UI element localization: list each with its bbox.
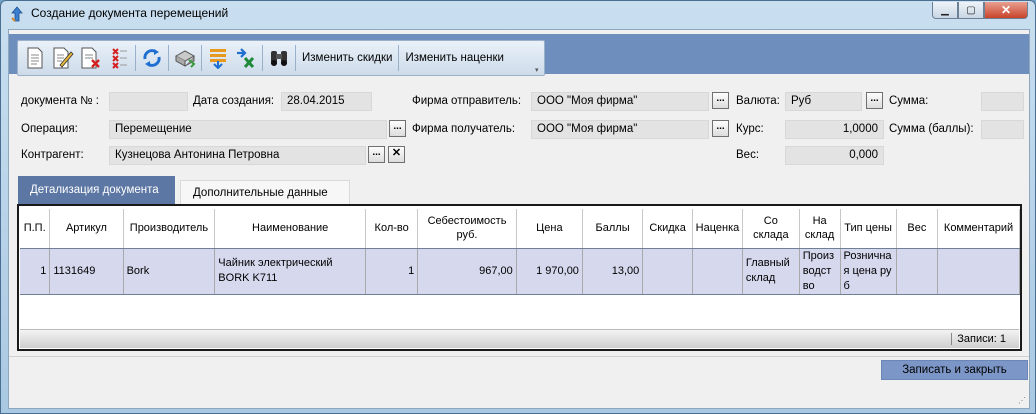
divider bbox=[9, 356, 1029, 357]
receiver-label: Фирма получатель: bbox=[412, 123, 516, 135]
print-icon[interactable] bbox=[171, 44, 199, 72]
resize-grip-icon[interactable]: ⋰ bbox=[1018, 396, 1026, 405]
records-count: 1 bbox=[999, 333, 1006, 345]
cell-price-type[interactable]: Розничная цена руб bbox=[840, 247, 897, 295]
toolbar-separator bbox=[262, 45, 263, 71]
counterparty-select-button[interactable]: ... bbox=[368, 146, 385, 163]
maximize-button[interactable]: ▢ bbox=[958, 2, 984, 19]
export-excel-icon[interactable] bbox=[232, 44, 260, 72]
toolbar-separator bbox=[168, 45, 169, 71]
operation-field[interactable]: Перемещение bbox=[109, 120, 387, 139]
doc-number-field[interactable] bbox=[109, 92, 188, 111]
column-header[interactable]: Цена bbox=[516, 209, 583, 249]
new-document-icon[interactable] bbox=[21, 44, 49, 72]
close-button[interactable]: ✕ bbox=[984, 2, 1028, 19]
cell-qty[interactable]: 1 bbox=[365, 247, 419, 295]
column-header[interactable]: Тип цены bbox=[840, 209, 897, 249]
sum-points-field[interactable] bbox=[981, 120, 1024, 139]
column-header[interactable]: Со склада bbox=[742, 209, 800, 249]
currency-select-button[interactable]: ... bbox=[866, 92, 883, 109]
edit-document-icon[interactable] bbox=[49, 44, 77, 72]
tab-details[interactable]: Детализация документа bbox=[18, 176, 175, 204]
weight-label: Вес: bbox=[736, 149, 760, 161]
search-binoculars-icon[interactable] bbox=[265, 44, 293, 72]
table-row[interactable]: 1 1131649 Bork Чайник электрический BORK… bbox=[20, 247, 1020, 295]
counterparty-label: Контрагент: bbox=[21, 149, 84, 161]
change-markups-button[interactable]: Изменить наценки bbox=[401, 44, 507, 72]
column-header[interactable]: Наценка bbox=[692, 209, 743, 249]
operation-select-button[interactable]: ... bbox=[389, 120, 406, 137]
sum-points-label: Сумма (баллы): bbox=[889, 123, 974, 135]
toolbar: Изменить скидки Изменить наценки ▾ bbox=[17, 40, 545, 76]
column-header[interactable]: Комментарий bbox=[937, 209, 1020, 249]
operation-label: Операция: bbox=[21, 123, 78, 135]
column-header[interactable]: Производитель bbox=[123, 209, 216, 249]
app-arrow-icon bbox=[11, 6, 23, 22]
change-discounts-button[interactable]: Изменить скидки bbox=[298, 44, 396, 72]
counterparty-clear-button[interactable]: ✕ bbox=[388, 146, 405, 163]
cell-from-warehouse[interactable]: Главный склад bbox=[742, 247, 800, 295]
cell-maker[interactable]: Bork bbox=[123, 247, 216, 295]
receiver-field[interactable]: ООО "Моя фирма" bbox=[531, 120, 709, 139]
cell-cost[interactable]: 967,00 bbox=[417, 247, 517, 295]
column-header[interactable]: Вес bbox=[896, 209, 939, 249]
sum-field[interactable] bbox=[981, 92, 1024, 111]
sender-label: Фирма отправитель: bbox=[412, 95, 522, 107]
records-counter: Записи: 1 bbox=[951, 333, 1006, 345]
column-header[interactable]: Артикул bbox=[49, 209, 124, 249]
currency-field[interactable]: Руб bbox=[785, 92, 862, 111]
document-window: Создание документа перемещений ▁ ▢ ✕ Изм… bbox=[0, 0, 1036, 414]
cell-to-warehouse[interactable]: Производство bbox=[799, 247, 841, 295]
grid-header-row: П.П. Артикул Производитель Наименование … bbox=[20, 209, 1020, 249]
title-bar[interactable]: Создание документа перемещений ▁ ▢ ✕ bbox=[1, 1, 1035, 27]
items-grid: П.П. Артикул Производитель Наименование … bbox=[17, 204, 1022, 351]
toolbar-separator bbox=[295, 45, 296, 71]
column-header[interactable]: Скидка bbox=[642, 209, 693, 249]
created-label: Дата создания: bbox=[193, 95, 275, 107]
delete-rows-icon[interactable] bbox=[105, 44, 133, 72]
rate-field[interactable]: 1,0000 bbox=[785, 120, 884, 139]
receiver-select-button[interactable]: ... bbox=[712, 120, 729, 137]
delete-document-icon[interactable] bbox=[77, 44, 105, 72]
column-header[interactable]: П.П. bbox=[20, 209, 51, 249]
sum-label: Сумма: bbox=[889, 95, 929, 107]
column-header[interactable]: Кол-во bbox=[365, 209, 419, 249]
toolbar-separator bbox=[135, 45, 136, 71]
counterparty-field[interactable]: Кузнецова Антонина Петровна bbox=[109, 146, 366, 165]
sender-field[interactable]: ООО "Моя фирма" bbox=[531, 92, 709, 111]
grid-footer: Записи: 1 bbox=[20, 329, 1019, 348]
column-header[interactable]: На склад bbox=[799, 209, 841, 249]
toolbar-overflow-icon[interactable]: ▾ bbox=[535, 66, 543, 74]
client-area: Изменить скидки Изменить наценки ▾ докум… bbox=[8, 29, 1030, 409]
records-label: Записи: bbox=[957, 333, 997, 345]
currency-label: Валюта: bbox=[736, 95, 780, 107]
cell-comment[interactable] bbox=[937, 247, 1020, 295]
cell-name[interactable]: Чайник электрический BORK K711 bbox=[214, 247, 367, 295]
cell-pp[interactable]: 1 bbox=[20, 247, 51, 295]
window-title: Создание документа перемещений bbox=[31, 6, 229, 20]
column-header[interactable]: Наименование bbox=[214, 209, 367, 249]
cell-article[interactable]: 1131649 bbox=[49, 247, 124, 295]
column-header[interactable]: Баллы bbox=[582, 209, 644, 249]
created-date-field[interactable]: 28.04.2015 bbox=[281, 92, 372, 111]
sender-select-button[interactable]: ... bbox=[712, 92, 729, 109]
sort-icon[interactable] bbox=[204, 44, 232, 72]
cell-weight[interactable] bbox=[896, 247, 939, 295]
save-and-close-button[interactable]: Записать и закрыть bbox=[881, 360, 1028, 380]
cell-points[interactable]: 13,00 bbox=[582, 247, 644, 295]
toolbar-separator bbox=[201, 45, 202, 71]
cell-price[interactable]: 1 970,00 bbox=[516, 247, 583, 295]
weight-field[interactable]: 0,000 bbox=[785, 146, 884, 165]
toolbar-separator bbox=[398, 45, 400, 71]
tab-additional[interactable]: Дополнительные данные bbox=[180, 180, 350, 204]
cell-markup[interactable] bbox=[692, 247, 743, 295]
cell-discount[interactable] bbox=[642, 247, 693, 295]
minimize-button[interactable]: ▁ bbox=[932, 2, 958, 19]
refresh-icon[interactable] bbox=[138, 44, 166, 72]
doc-number-label: документа № : bbox=[21, 95, 99, 107]
rate-label: Курс: bbox=[736, 123, 764, 135]
column-header[interactable]: Себестоимость руб. bbox=[417, 209, 517, 249]
